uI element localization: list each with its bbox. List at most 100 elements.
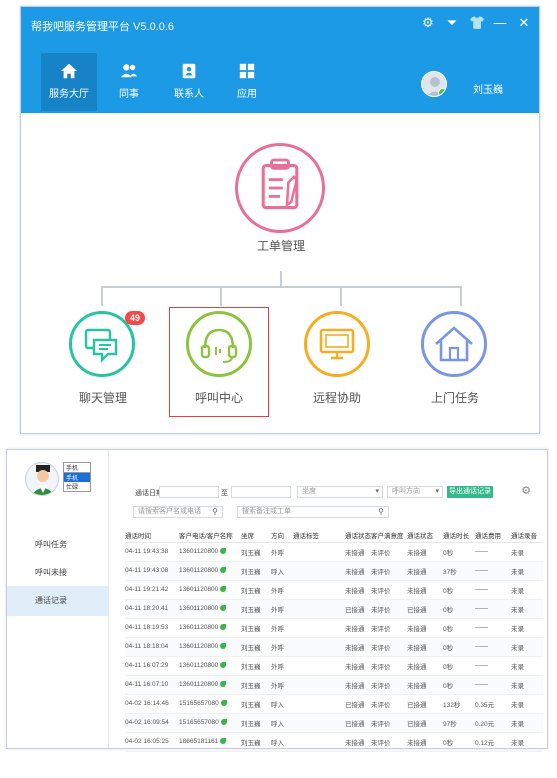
- table-cell-wrapper: 04-11 19:21:42: [125, 580, 179, 600]
- table-cell-wrapper: 13601120800: [179, 675, 241, 695]
- table-cell-wrapper: 刘玉巍: [241, 542, 271, 562]
- search-icon[interactable]: ⚲: [378, 507, 384, 517]
- table-row[interactable]: 04-11 18:20:41 13601120800 刘玉巍 外呼 已接通 未评价 已接通 0…: [125, 599, 543, 619]
- table-row[interactable]: 04-11 18:18:04 13601120800 刘玉巍 外呼 未接通 未评价 未接通 0…: [125, 637, 543, 657]
- phone-call-icon[interactable]: [220, 548, 227, 555]
- connector-line: [280, 271, 282, 287]
- connector-line: [340, 286, 342, 306]
- export-button[interactable]: 导出通话记录: [447, 486, 493, 498]
- table-row[interactable]: 04-11 19:43:38 13601120800 刘玉巍 外呼 未接通 未评价 未接通 0…: [125, 542, 543, 562]
- status-option[interactable]: 手机: [63, 473, 91, 482]
- phone-call-icon[interactable]: [220, 605, 227, 612]
- phone-call-icon[interactable]: [220, 700, 227, 707]
- monitor-icon: [319, 328, 355, 360]
- column-header: 通话标签: [293, 528, 345, 543]
- remote-assistance-button[interactable]: [304, 311, 370, 377]
- call-center-button[interactable]: [186, 311, 252, 377]
- table-cell: 0秒: [443, 625, 454, 633]
- table-cell-wrapper: 外呼: [271, 618, 293, 638]
- tab-apps[interactable]: 应用: [219, 53, 275, 111]
- table-cell: 刘玉巍: [241, 625, 261, 633]
- tab-label: 应用: [237, 89, 257, 100]
- skin-icon[interactable]: 👕: [469, 15, 485, 31]
- table-cell: 04-11 19:43:08: [125, 567, 169, 574]
- table-cell: 未评价: [371, 606, 391, 614]
- table-cell: 未接通: [407, 739, 427, 747]
- settings-icon[interactable]: ⚙: [421, 15, 435, 31]
- table-cell: 未评价: [371, 549, 391, 557]
- column-header: 通话时长: [443, 528, 475, 543]
- table-row[interactable]: 04-02 16:09:54 15165657080 刘玉巍 呼入 已接通 未评价 已接通 9…: [125, 713, 543, 733]
- phone-call-icon[interactable]: [220, 662, 227, 669]
- table-cell: 13601120800: [179, 605, 219, 612]
- sidebar-item-call-records[interactable]: 通话记录: [7, 586, 109, 616]
- table-cell: 未接通: [345, 663, 365, 671]
- phone-call-icon[interactable]: [220, 681, 227, 688]
- phone-call-icon[interactable]: [220, 624, 227, 631]
- close-icon[interactable]: ✕: [517, 15, 531, 31]
- phone-call-icon[interactable]: [220, 719, 227, 726]
- table-cell: 0.12元: [475, 739, 495, 747]
- table-cell-wrapper: 刘玉巍: [241, 713, 271, 733]
- table-row[interactable]: 04-02 16:14:46 15165657080 刘玉巍 呼入 已接通 未评价 已接通 1…: [125, 694, 543, 714]
- phone-call-icon[interactable]: [220, 738, 227, 745]
- minimize-icon[interactable]: —: [493, 15, 507, 31]
- call-center-window: 手机 手机 忙碌 呼叫任务 呼叫未接 通话记录 ⚙ 通话日期 至 坐席 ▾ 呼叫方…: [6, 449, 548, 752]
- table-cell-wrapper: 呼入: [271, 713, 293, 733]
- status-option[interactable]: 忙碌: [63, 482, 91, 492]
- sidebar-item-call-tasks[interactable]: 呼叫任务: [7, 530, 109, 560]
- connector-line: [220, 286, 222, 306]
- table-cell-wrapper: 未录: [511, 732, 543, 752]
- settings-icon[interactable]: ⚙: [521, 484, 531, 497]
- table-row[interactable]: 04-02 16:05:25 18665181161 刘玉巍 呼入 未接通 未评价 未接通 0…: [125, 732, 543, 752]
- house-icon: [435, 326, 473, 362]
- search-icon[interactable]: ⚲: [212, 507, 218, 517]
- table-cell-wrapper: [293, 675, 345, 695]
- table-cell-wrapper: 04-11 18:18:04: [125, 637, 179, 657]
- table-cell-wrapper: 未评价: [371, 713, 407, 733]
- table-row[interactable]: 04-11 19:21:42 13601120800 刘玉巍 外呼 未接通 未评价 未接通 0…: [125, 580, 543, 600]
- table-cell: 未接通: [407, 644, 427, 652]
- table-row[interactable]: 04-11 18:19:53 13601120800 刘玉巍 外呼 未接通 未评价 未接通 0…: [125, 618, 543, 638]
- table-body: 04-11 19:43:38 13601120800 刘玉巍 外呼 未接通 未评价 未接通 0…: [125, 542, 543, 752]
- phone-call-icon[interactable]: [220, 567, 227, 574]
- sidebar: 手机 手机 忙碌 呼叫任务 呼叫未接 通话记录: [7, 450, 109, 748]
- table-cell-wrapper: 15165657080: [179, 694, 241, 714]
- end-date-input[interactable]: [231, 486, 291, 498]
- table-cell-wrapper: 0秒: [443, 656, 475, 676]
- remark-search-input[interactable]: 搜索备注或工单 ⚲: [237, 506, 389, 518]
- table-cell-wrapper: 15165657080: [179, 713, 241, 733]
- work-order-button[interactable]: [235, 143, 325, 233]
- table-cell-wrapper: 刘玉巍: [241, 675, 271, 695]
- phone-call-icon[interactable]: [220, 643, 227, 650]
- customer-search-input[interactable]: 请搜索客户名或电话 ⚲: [133, 506, 223, 518]
- table-cell-wrapper: 04-02 16:05:25: [125, 732, 179, 752]
- start-date-input[interactable]: [159, 486, 219, 498]
- table-cell: 04-11 18:19:53: [125, 624, 169, 631]
- direction-select[interactable]: 呼叫方向 ▾: [387, 486, 443, 498]
- avatar[interactable]: [421, 71, 447, 97]
- tab-colleagues[interactable]: 同事: [101, 53, 157, 111]
- tab-service-hall[interactable]: 服务大厅: [41, 53, 97, 111]
- agent-select[interactable]: 坐席 ▾: [297, 486, 383, 498]
- sidebar-item-missed-calls[interactable]: 呼叫未接: [7, 558, 109, 588]
- table-row[interactable]: 04-11 16:07:29 13601120800 刘玉巍 外呼 未接通 未评价 未接通 0…: [125, 656, 543, 676]
- phone-call-icon[interactable]: [220, 586, 227, 593]
- status-selected[interactable]: 手机: [63, 462, 91, 473]
- onsite-task-button[interactable]: [421, 311, 487, 377]
- table-cell: 未评价: [371, 568, 391, 576]
- table-cell-wrapper: 已接通: [407, 713, 443, 733]
- user-area[interactable]: 刘玉巍: [421, 71, 513, 105]
- table-cell: 13601120800: [179, 567, 219, 574]
- agent-status-select[interactable]: 手机 手机 忙碌: [63, 462, 91, 492]
- table-cell: 132秒: [443, 701, 461, 709]
- dropdown-icon[interactable]: ⏷: [445, 15, 459, 31]
- table-cell: 未录: [511, 625, 524, 633]
- tab-contacts[interactable]: 联系人: [161, 53, 217, 111]
- table-row[interactable]: 04-11 16:07:10 13601120800 刘玉巍 外呼 未接通 未评价 未接通 0…: [125, 675, 543, 695]
- column-header: 通话时间: [125, 528, 179, 543]
- table-cell: 未录: [511, 720, 524, 728]
- table-cell: 外呼: [271, 587, 284, 595]
- agent-select-value: 坐席: [302, 488, 316, 495]
- table-row[interactable]: 04-11 19:43:08 13601120800 刘玉巍 呼入 未接通 未评价 未接通 3…: [125, 561, 543, 581]
